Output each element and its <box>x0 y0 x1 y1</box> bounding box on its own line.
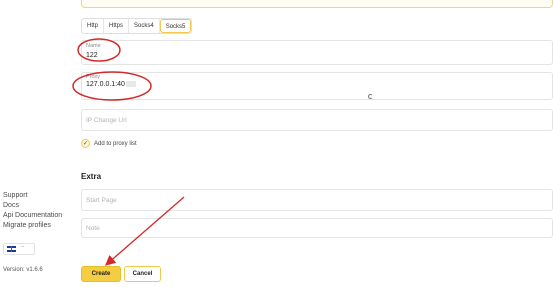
extra-section-title: Extra <box>81 172 102 181</box>
proxy-field-label: Proxy <box>86 74 101 80</box>
loading-spinner-icon <box>368 94 373 99</box>
add-to-proxy-list-row[interactable]: ✓ Add to proxy list <box>81 139 137 148</box>
ip-change-url-input[interactable]: IP Change Url <box>81 109 553 131</box>
add-to-proxy-list-label: Add to proxy list <box>94 140 137 147</box>
tab-socks5[interactable]: Socks5 <box>159 19 192 33</box>
tab-https[interactable]: Https <box>104 19 130 33</box>
uk-flag-icon <box>7 246 16 252</box>
start-page-input[interactable]: Start Page <box>81 189 553 211</box>
top-notice-strip <box>81 0 553 8</box>
ip-change-url-placeholder: IP Change Url <box>86 117 127 124</box>
note-placeholder: Note <box>86 225 100 232</box>
sidebar: Support Docs Api Documentation Migrate p… <box>0 0 72 287</box>
chevron-up-icon: ⌃ <box>20 246 26 252</box>
migrate-profiles-link[interactable]: Migrate profiles <box>3 221 51 230</box>
proxy-type-tabs: Http Https Socks4 Socks5 <box>81 18 193 34</box>
masked-port <box>125 81 136 87</box>
api-documentation-link[interactable]: Api Documentation <box>3 211 62 220</box>
name-field-label: Name <box>86 43 101 49</box>
name-field[interactable]: Name 122 <box>81 40 553 65</box>
proxy-field-value: 127.0.0.1:40 <box>86 81 136 88</box>
name-field-value: 122 <box>86 52 98 59</box>
tab-socks4[interactable]: Socks4 <box>129 19 160 33</box>
support-link[interactable]: Support <box>3 191 28 200</box>
docs-link[interactable]: Docs <box>3 201 19 210</box>
check-icon[interactable]: ✓ <box>81 139 90 148</box>
proxy-field[interactable]: Proxy 127.0.0.1:40 <box>81 72 553 100</box>
create-button[interactable]: Create <box>81 266 121 282</box>
note-input[interactable]: Note <box>81 218 553 238</box>
cancel-button[interactable]: Cancel <box>124 266 161 282</box>
language-selector[interactable]: ⌃ <box>3 243 35 255</box>
tab-http[interactable]: Http <box>82 19 105 33</box>
start-page-placeholder: Start Page <box>86 197 117 204</box>
app-version: Version: v1.6.6 <box>3 267 43 273</box>
